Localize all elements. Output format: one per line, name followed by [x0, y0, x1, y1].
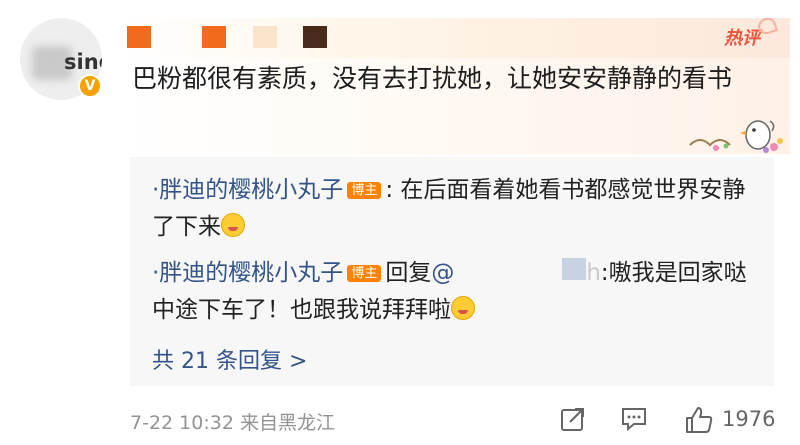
author-badge: 博主: [347, 182, 382, 199]
reply-mention-tail[interactable]: h: [586, 260, 601, 286]
reply-username[interactable]: ·胖迪的樱桃小丸子: [152, 260, 343, 286]
like-count: 1976: [722, 407, 776, 431]
username-block[interactable]: [253, 26, 277, 48]
comment-text: 巴粉都很有素质，没有去打扰她，让她安安静静的看书: [132, 64, 733, 93]
username-block[interactable]: [202, 26, 226, 48]
username-block[interactable]: [127, 26, 151, 48]
reply-action: 回复: [385, 260, 432, 286]
reply-username[interactable]: ·胖迪的樱桃小丸子: [152, 177, 343, 203]
reply-colon: :: [385, 177, 394, 203]
timestamp-location: 7-22 10:32 来自黑龙江: [130, 412, 335, 434]
repost-icon[interactable]: [559, 405, 587, 433]
username-block[interactable]: [303, 26, 327, 48]
more-replies-link[interactable]: 共 21 条回复 >: [152, 343, 307, 375]
reply-mention[interactable]: @: [431, 260, 454, 286]
author-badge: 博主: [347, 265, 382, 282]
like-icon[interactable]: [684, 405, 714, 435]
verified-icon: V: [78, 74, 102, 98]
avatar-text: sing: [64, 50, 102, 74]
decorative-bird-icon: [689, 120, 783, 153]
emoji-icon: [221, 213, 245, 237]
reply-item: ·胖迪的樱桃小丸子 博主: 在后面看着她看书都感觉世界安静了下来: [152, 172, 752, 246]
redacted-mention: [454, 258, 587, 284]
hot-comment-badge: 热评: [724, 28, 760, 49]
reply-item: ·胖迪的樱桃小丸子 博主 回复@ h:嗷我是回家哒中途下车了！也跟我说拜拜啦: [152, 255, 752, 329]
comment-icon[interactable]: [620, 405, 648, 433]
emoji-icon: [451, 296, 475, 320]
